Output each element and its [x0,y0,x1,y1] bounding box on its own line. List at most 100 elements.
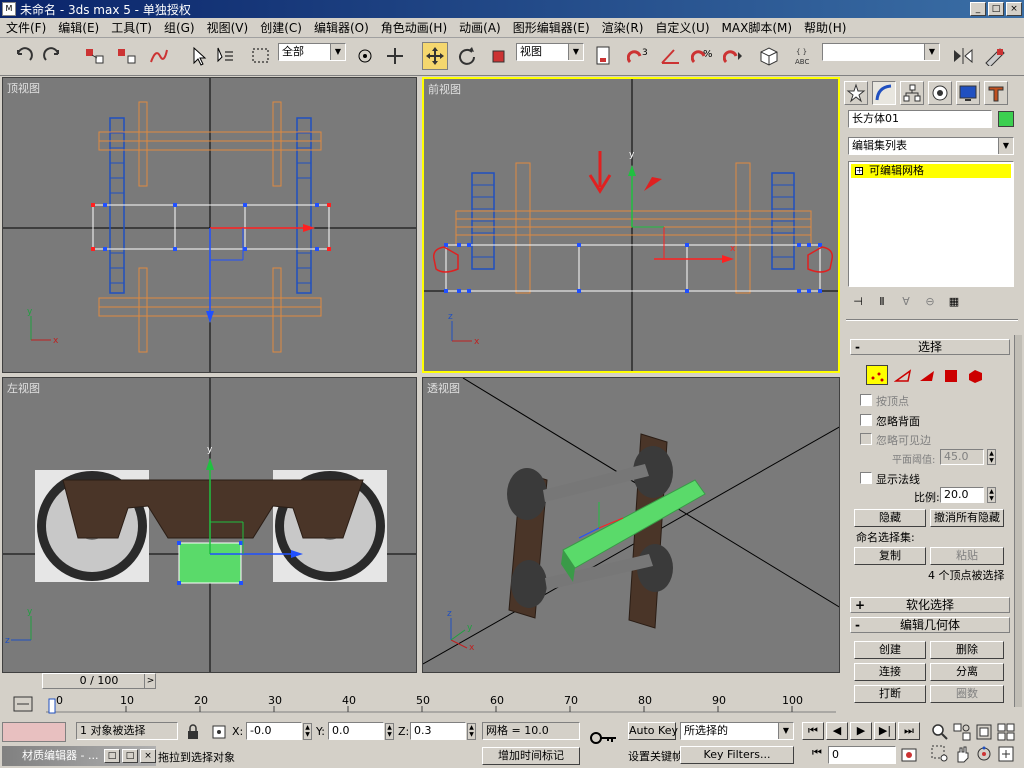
menu-file[interactable]: 文件(F) [0,19,52,36]
hierarchy-tab-icon[interactable] [900,81,924,105]
go-to-start-icon[interactable]: ⏮ [802,722,824,740]
divide-button[interactable]: 圈数 [930,685,1004,703]
3ds-max-icon[interactable]: M [2,2,16,16]
minimize-button[interactable]: _ [970,2,986,16]
region-zoom-icon[interactable] [930,744,950,764]
align-icon[interactable] [982,42,1008,70]
viewport-left[interactable]: 左视图 y y z [2,377,417,673]
hide-button[interactable]: 隐藏 [854,509,926,527]
face-subobject-icon[interactable] [918,367,936,385]
key-mode-toggle-icon[interactable]: ⏮ [808,746,826,764]
menu-graph-editors[interactable]: 图形编辑器(E) [507,19,596,36]
redo-icon[interactable] [40,42,66,70]
select-link-icon[interactable] [82,42,108,70]
mirror-icon[interactable] [950,42,976,70]
by-vertex-checkbox[interactable] [860,394,872,406]
menu-edit[interactable]: 编辑(E) [52,19,105,36]
show-normals-checkbox[interactable] [860,472,872,484]
modifier-list-dropdown[interactable]: 编辑集列表 ▼ [848,137,1014,155]
named-selection-dropdown[interactable]: ▼ [822,43,940,61]
expand-icon[interactable]: + [855,167,863,175]
current-frame-field[interactable]: 0 [828,746,896,764]
angle-snap-icon[interactable] [658,42,684,70]
next-frame-icon[interactable]: > [144,674,156,688]
paste-button[interactable]: 粘贴 [930,547,1004,565]
motion-tab-icon[interactable] [928,81,952,105]
menu-modifiers[interactable]: 编辑器(O) [308,19,375,36]
copy-button[interactable]: 复制 [854,547,926,565]
selection-filter-dropdown[interactable]: 全部 ▼ [278,43,346,61]
y-spinner[interactable]: ▲ ▼ [385,723,394,740]
stack-item-editable-mesh[interactable]: + 可编辑网格 [851,164,1011,178]
viewport-perspective[interactable]: 透视图 z x y [422,377,840,673]
selection-rollout-header[interactable]: - 选择 [850,339,1010,355]
close-button[interactable]: × [1006,2,1022,16]
break-button[interactable]: 打断 [854,685,926,703]
object-color-swatch[interactable] [998,111,1014,127]
edge-subobject-icon[interactable] [893,367,912,385]
time-slider[interactable]: 0 / 100 [42,673,156,689]
track-bar-toggle-icon[interactable] [12,694,34,714]
y-coordinate-field[interactable]: 0.0 [328,722,384,740]
zoom-icon[interactable] [930,722,950,742]
make-unique-icon[interactable]: ∀ [898,295,914,311]
close-button[interactable]: × [140,749,156,763]
scale-field[interactable]: 20.0 [940,487,984,503]
menu-group[interactable]: 组(G) [158,19,201,36]
pin-stack-icon[interactable]: ⊣ [850,295,866,311]
time-config-icon[interactable] [900,746,918,764]
zoom-extents-icon[interactable] [974,722,994,742]
window-crossing-icon[interactable] [352,42,378,70]
restore-button[interactable]: □ [104,749,120,763]
planar-threshold-field[interactable]: 45.0 [940,449,984,465]
menu-help[interactable]: 帮助(H) [798,19,852,36]
show-end-result-icon[interactable]: Ⅱ [874,295,890,311]
delete-button[interactable]: 删除 [930,641,1004,659]
z-spinner[interactable]: ▲ ▼ [467,723,476,740]
menu-character[interactable]: 角色动画(H) [375,19,453,36]
menu-create[interactable]: 创建(C) [254,19,308,36]
select-move-icon[interactable] [382,42,408,70]
remove-modifier-icon[interactable]: ⊖ [922,295,938,311]
maxscript-listener[interactable] [2,722,66,742]
key-filters-button[interactable]: Key Filters... [680,746,794,764]
lock-icon[interactable] [184,723,202,741]
bind-space-warp-icon[interactable] [146,42,172,70]
x-coordinate-field[interactable]: -0.0 [246,722,302,740]
scale-spinner[interactable]: ▲ ▼ [987,487,996,503]
unhide-all-button[interactable]: 撤消所有隐藏 [930,509,1004,527]
abc-icon[interactable]: { } ABC [792,42,818,70]
go-to-end-icon[interactable]: ⏭ [898,722,920,740]
configure-modifier-sets-icon[interactable]: ▦ [946,295,962,311]
key-mode-dropdown[interactable]: 所选择的 ▼ [680,722,794,740]
pan-icon[interactable] [952,744,972,764]
spinner-snap-icon[interactable] [722,42,748,70]
modify-tab-icon[interactable] [872,81,896,105]
track-bar[interactable]: 0 10 20 30 40 50 60 70 80 90 100 [46,694,836,718]
select-object-icon[interactable] [186,42,212,70]
z-coordinate-field[interactable]: 0.3 [410,722,466,740]
utilities-tab-icon[interactable] [984,81,1008,105]
viewport-front[interactable]: 前视图 y x z x [422,77,840,373]
menu-customize[interactable]: 自定义(U) [649,19,715,36]
add-time-tag-button[interactable]: 增加时间标记 [482,747,580,765]
percent-snap-icon[interactable]: % [690,42,716,70]
rectangular-selection-icon[interactable] [248,42,274,70]
soft-selection-rollout-header[interactable]: + 软化选择 [850,597,1010,613]
undo-icon[interactable] [10,42,36,70]
select-by-name-icon[interactable] [212,42,238,70]
menu-rendering[interactable]: 渲染(R) [596,19,650,36]
move-icon[interactable] [422,42,448,70]
object-name-field[interactable]: 长方体01 [848,110,992,128]
edit-named-selection-icon[interactable] [756,42,782,70]
ignore-backfacing-checkbox[interactable] [860,414,872,426]
planar-threshold-spinner[interactable]: ▲ ▼ [987,449,996,465]
command-panel-scrollbar[interactable] [1014,335,1022,707]
display-tab-icon[interactable] [956,81,980,105]
zoom-extents-all-icon[interactable] [996,722,1016,742]
viewport-top[interactable]: 顶视图 y x [2,77,417,373]
create-button[interactable]: 创建 [854,641,926,659]
polygon-subobject-icon[interactable] [942,367,960,385]
unlink-icon[interactable] [114,42,140,70]
auto-key-button[interactable]: Auto Key [628,722,678,740]
